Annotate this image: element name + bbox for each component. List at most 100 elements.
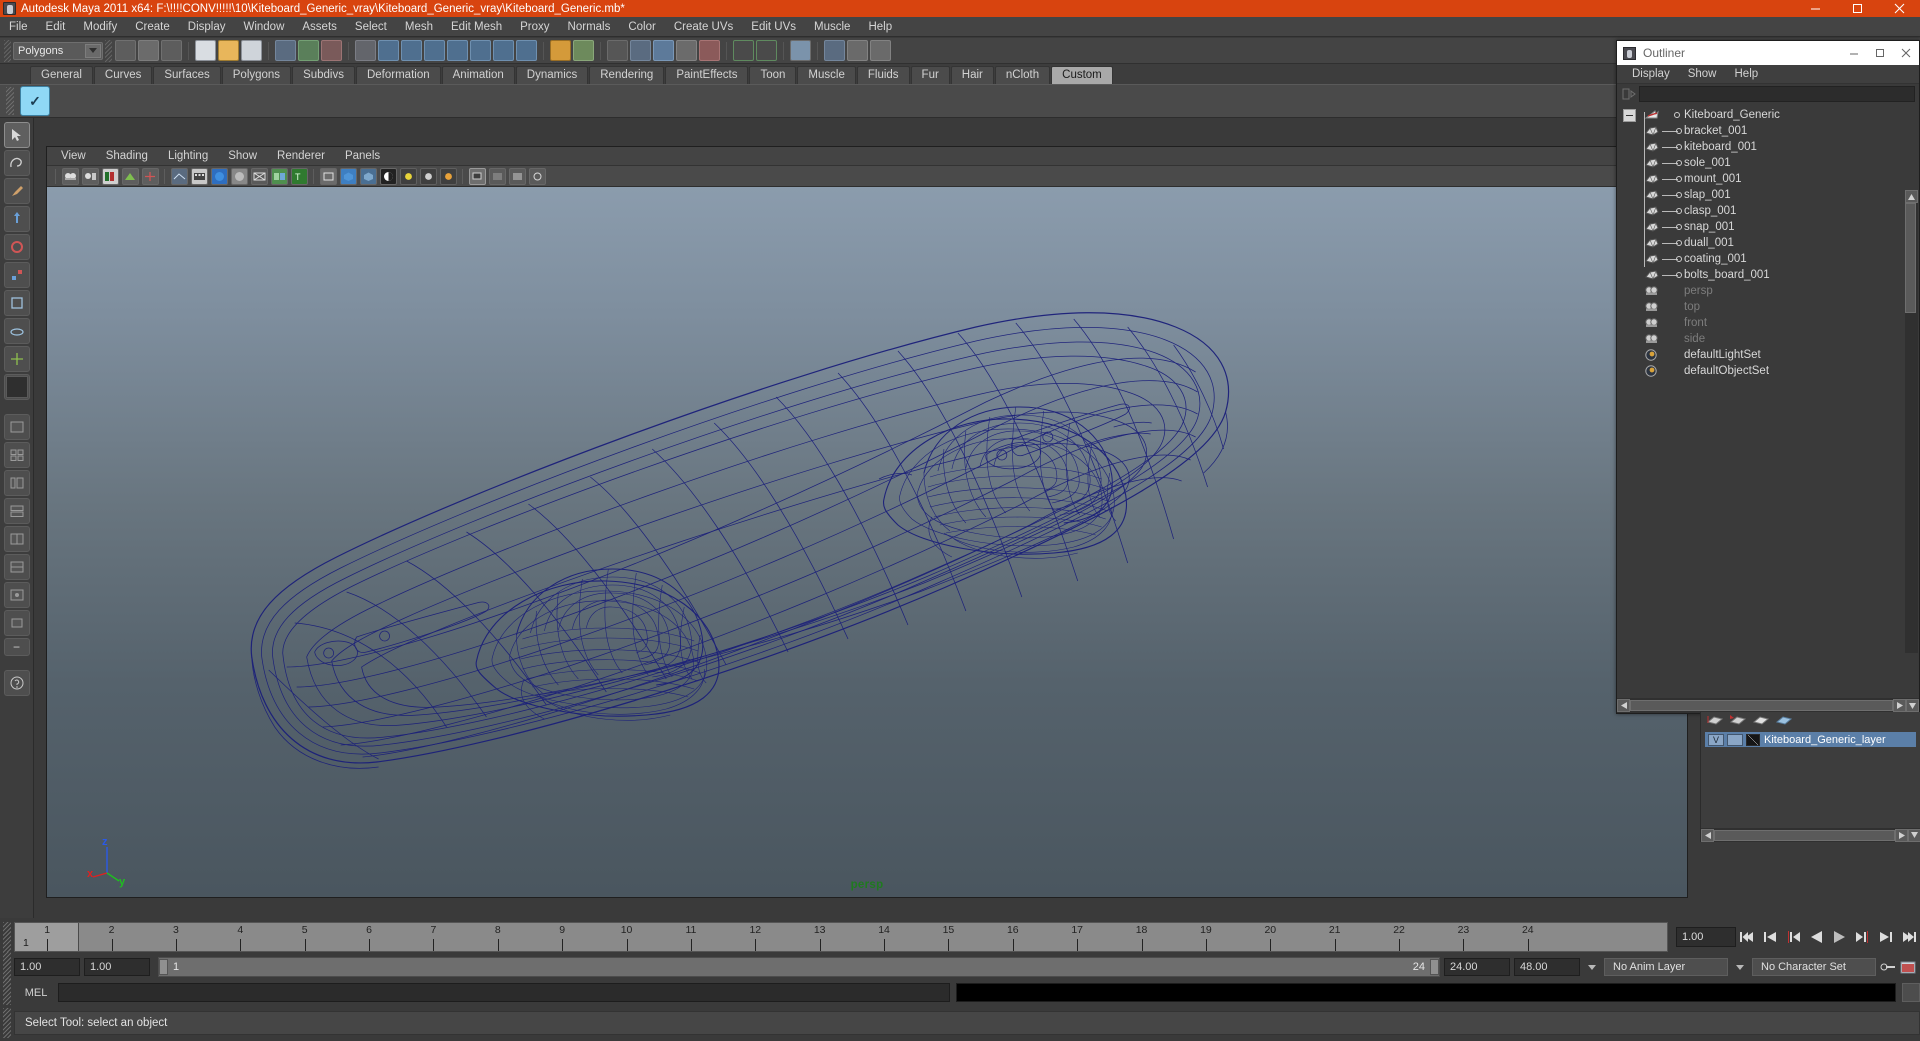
undo-icon[interactable] bbox=[275, 40, 296, 61]
outliner-item-coating-001[interactable]: coating_001 bbox=[1617, 251, 1919, 267]
character-set-chevron-down-icon[interactable] bbox=[1732, 958, 1748, 976]
menu-mesh[interactable]: Mesh bbox=[396, 17, 442, 37]
chevron-down-icon[interactable] bbox=[85, 43, 101, 58]
kiteboard-wireframe-model[interactable] bbox=[47, 187, 1687, 897]
ipr-render-icon[interactable] bbox=[573, 40, 594, 61]
select-by-object-type-icon[interactable] bbox=[138, 40, 159, 61]
construction-plane-icon[interactable] bbox=[516, 40, 537, 61]
menu-file[interactable]: File bbox=[0, 17, 37, 37]
shelf-tab-animation[interactable]: Animation bbox=[441, 66, 515, 84]
bookmark-icon[interactable] bbox=[101, 167, 119, 185]
script-editor-icon[interactable] bbox=[1902, 983, 1920, 1002]
new-layer-icon[interactable] bbox=[1705, 713, 1725, 727]
snap-to-plane-icon[interactable] bbox=[424, 40, 445, 61]
menu-proxy[interactable]: Proxy bbox=[511, 17, 558, 37]
shelf-tab-fluids[interactable]: Fluids bbox=[856, 66, 910, 84]
go-to-end-icon[interactable] bbox=[1898, 926, 1919, 948]
image-plane-icon[interactable] bbox=[121, 167, 139, 185]
anim-end-time-field[interactable]: 48.00 bbox=[1514, 958, 1580, 976]
outliner-tree[interactable]: Kiteboard_Generic bracket_001 kiteboard_… bbox=[1617, 104, 1919, 669]
outliner-maximize-icon[interactable] bbox=[1867, 42, 1893, 64]
viewport-settings-icon[interactable] bbox=[508, 167, 526, 185]
show-manipulator-tool-icon[interactable] bbox=[3, 346, 30, 372]
viewport-menu-shading[interactable]: Shading bbox=[96, 150, 158, 162]
current-time-field[interactable]: 1.00 bbox=[1676, 927, 1736, 947]
camera-attributes-icon[interactable] bbox=[81, 167, 99, 185]
layer-scroll-down-icon[interactable] bbox=[1908, 828, 1920, 842]
layer-scroll-right-icon[interactable] bbox=[1895, 828, 1908, 842]
range-start-handle[interactable] bbox=[159, 959, 168, 975]
shadow-toggle-icon[interactable] bbox=[468, 167, 486, 185]
select-camera-icon[interactable] bbox=[61, 167, 79, 185]
outliner-menu-display[interactable]: Display bbox=[1623, 68, 1679, 80]
outliner-item-kiteboard-001[interactable]: kiteboard_001 bbox=[1617, 139, 1919, 155]
viewport-menu-panels[interactable]: Panels bbox=[335, 150, 390, 162]
selection-mode-dropdown[interactable]: Polygons bbox=[13, 41, 103, 60]
select-by-hierarchy-icon[interactable] bbox=[115, 40, 136, 61]
soft-modification-tool-icon[interactable] bbox=[3, 318, 30, 344]
select-by-component-icon[interactable] bbox=[161, 40, 182, 61]
playback-range-slider[interactable]: 1 24 bbox=[158, 957, 1440, 977]
layer-editor-scrollbar[interactable] bbox=[1701, 828, 1920, 842]
step-back-frame-icon[interactable] bbox=[1783, 926, 1804, 948]
snap-to-grid-icon[interactable] bbox=[355, 40, 376, 61]
outliner-item-sole-001[interactable]: sole_001 bbox=[1617, 155, 1919, 171]
render-view-icon[interactable] bbox=[550, 40, 571, 61]
range-start-time-field[interactable]: 1.00 bbox=[84, 958, 150, 976]
attribute-editor-panel-icon[interactable] bbox=[870, 40, 891, 61]
quick-layout-uv-editor-icon[interactable] bbox=[3, 554, 30, 580]
snap-magnet-icon[interactable] bbox=[493, 40, 514, 61]
shelf-tab-ncloth[interactable]: nCloth bbox=[994, 66, 1051, 84]
go-to-start-icon[interactable] bbox=[1737, 926, 1758, 948]
smooth-shade-all-icon[interactable] bbox=[210, 167, 228, 185]
toolbar-grip[interactable] bbox=[4, 39, 11, 62]
menu-color[interactable]: Color bbox=[619, 17, 664, 37]
animation-preferences-icon[interactable] bbox=[1900, 958, 1916, 976]
scale-tool-icon[interactable] bbox=[3, 262, 30, 288]
film-gate-icon[interactable] bbox=[190, 167, 208, 185]
show-manipulator-icon[interactable] bbox=[653, 40, 674, 61]
shaded-cube-icon[interactable] bbox=[339, 167, 357, 185]
new-layer-from-selected-icon[interactable] bbox=[1728, 713, 1748, 727]
shelf-tab-muscle[interactable]: Muscle bbox=[797, 66, 856, 84]
move-tool-icon[interactable] bbox=[3, 206, 30, 232]
texture-display-icon[interactable] bbox=[270, 167, 288, 185]
repeat-icon[interactable] bbox=[321, 40, 342, 61]
outliner-item-persp[interactable]: persp bbox=[1617, 283, 1919, 299]
viewport-canvas[interactable]: z x y persp bbox=[47, 187, 1687, 897]
outliner-vertical-scrollbar[interactable] bbox=[1905, 190, 1918, 653]
menu-muscle[interactable]: Muscle bbox=[805, 17, 859, 37]
play-backwards-icon[interactable] bbox=[1806, 926, 1827, 948]
vertical-scroll-thumb[interactable] bbox=[1905, 203, 1916, 313]
lasso-tool-icon[interactable] bbox=[3, 150, 30, 176]
outliner-item-front[interactable]: front bbox=[1617, 315, 1919, 331]
save-scene-icon[interactable] bbox=[241, 40, 262, 61]
menu-edit[interactable]: Edit bbox=[37, 17, 75, 37]
shelf-tab-general[interactable]: General bbox=[30, 66, 93, 84]
step-back-keyframe-icon[interactable] bbox=[1760, 926, 1781, 948]
show-hide-editor-icon[interactable] bbox=[733, 40, 754, 61]
step-forward-frame-icon[interactable] bbox=[1852, 926, 1873, 948]
help-paint-icon[interactable] bbox=[3, 670, 30, 696]
quick-layout-hypershade-icon[interactable] bbox=[3, 526, 30, 552]
menu-window[interactable]: Window bbox=[234, 17, 293, 37]
scroll-down-icon[interactable] bbox=[1906, 699, 1919, 712]
range-end-time-field[interactable]: 24.00 bbox=[1444, 958, 1510, 976]
hardware-texturing-cube-icon[interactable] bbox=[359, 167, 377, 185]
shelf-tab-custom[interactable]: Custom bbox=[1051, 66, 1113, 84]
menu-edit-uvs[interactable]: Edit UVs bbox=[742, 17, 805, 37]
new-scene-icon[interactable] bbox=[195, 40, 216, 61]
tool-settings-icon[interactable] bbox=[847, 40, 868, 61]
mel-label[interactable]: MEL bbox=[14, 987, 58, 999]
toolbox-collapse-icon[interactable]: − bbox=[3, 638, 30, 656]
quick-layout-relationship-icon[interactable] bbox=[3, 582, 30, 608]
open-scene-icon[interactable] bbox=[218, 40, 239, 61]
outliner-item-clasp-001[interactable]: clasp_001 bbox=[1617, 203, 1919, 219]
flat-shade-icon[interactable] bbox=[230, 167, 248, 185]
time-slider-grip[interactable] bbox=[3, 922, 11, 952]
quick-layout-single-perspective-icon[interactable] bbox=[3, 414, 30, 440]
attribute-panel-icon[interactable] bbox=[824, 40, 845, 61]
menu-edit-mesh[interactable]: Edit Mesh bbox=[442, 17, 511, 37]
outliner-item-defaultlightset[interactable]: defaultLightSet bbox=[1617, 347, 1919, 363]
outliner-menu-show[interactable]: Show bbox=[1679, 68, 1726, 80]
